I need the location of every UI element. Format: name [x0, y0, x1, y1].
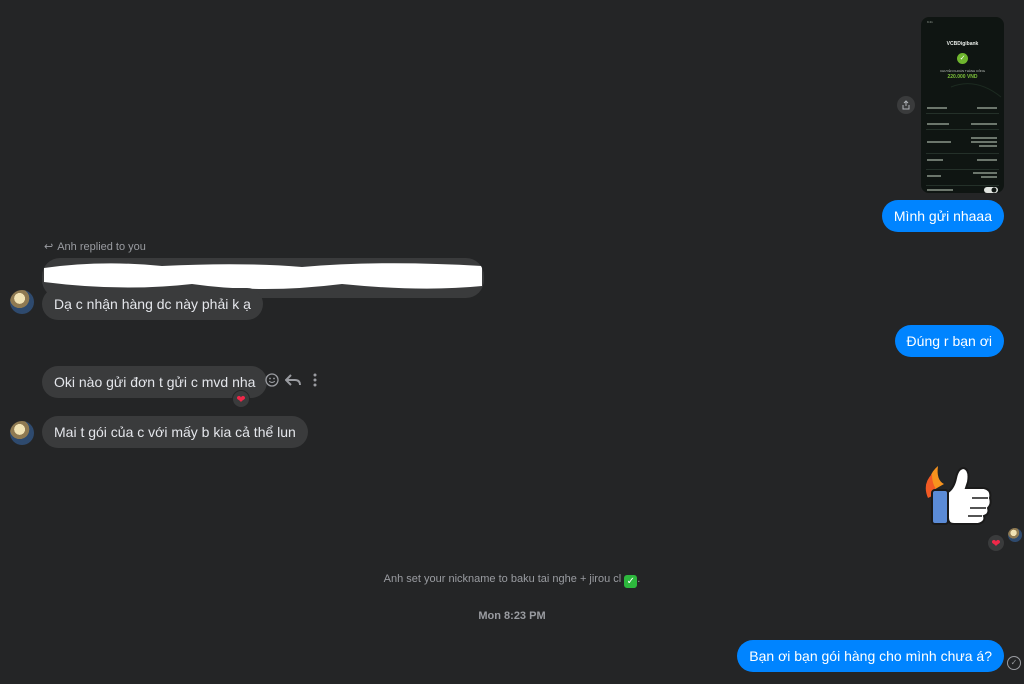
message-incoming[interactable]: Mai t gói của c với mấy b kia cả thể lun [42, 416, 308, 448]
smiley-icon[interactable] [263, 371, 281, 389]
receipt-status-label: CHUYỂN KHOẢN THÀNH CÔNG [939, 69, 986, 73]
message-outgoing[interactable]: Mình gửi nhaaa [881, 200, 1004, 232]
message-outgoing[interactable]: Đúng r bạn ơi [894, 325, 1004, 357]
check-circle-icon: ✓ [1007, 656, 1021, 670]
message-outgoing[interactable]: Bạn ơi bạn gói hàng cho mình chưa á? [737, 640, 1004, 672]
avatar[interactable] [10, 421, 34, 445]
receipt-bank-name: VCBDigibank [946, 41, 979, 47]
share-icon[interactable] [897, 96, 915, 114]
system-message: Anh set your nickname to baku tai nghe +… [383, 573, 641, 588]
message-timestamp: Mon 8:23 PM [478, 610, 546, 622]
check-mark-emoji: ✓ [624, 575, 638, 588]
avatar [1008, 528, 1022, 542]
heart-icon[interactable]: ❤ [232, 390, 250, 408]
heart-icon[interactable]: ❤ [987, 534, 1005, 552]
svg-text:9:41: 9:41 [927, 20, 933, 24]
receipt-amount: 220.000 VND [947, 74, 978, 80]
avatar[interactable] [10, 290, 34, 314]
bank-receipt-image[interactable]: 9:41 VCBDigibank ✓ CHUYỂN KHOẢN THÀNH CÔ… [921, 17, 1004, 193]
more-vertical-icon[interactable] [306, 371, 324, 389]
nickname-change-text: Anh set your nickname to baku tai nghe +… [383, 573, 622, 585]
chat-window: 9:41 VCBDigibank ✓ CHUYỂN KHOẢN THÀNH CÔ… [0, 0, 1024, 684]
message-incoming[interactable]: Dạ c nhận hàng dc này phải k ạ [42, 288, 263, 320]
thumbs-up-sticker[interactable] [924, 462, 994, 528]
reply-indicator: ↩ Anh replied to you [44, 240, 146, 254]
reply-arrow-icon[interactable] [284, 371, 302, 389]
reply-arrow-icon: ↩ [44, 241, 54, 253]
success-check-icon: ✓ [957, 53, 968, 64]
reply-note-text: Anh replied to you [57, 240, 146, 253]
